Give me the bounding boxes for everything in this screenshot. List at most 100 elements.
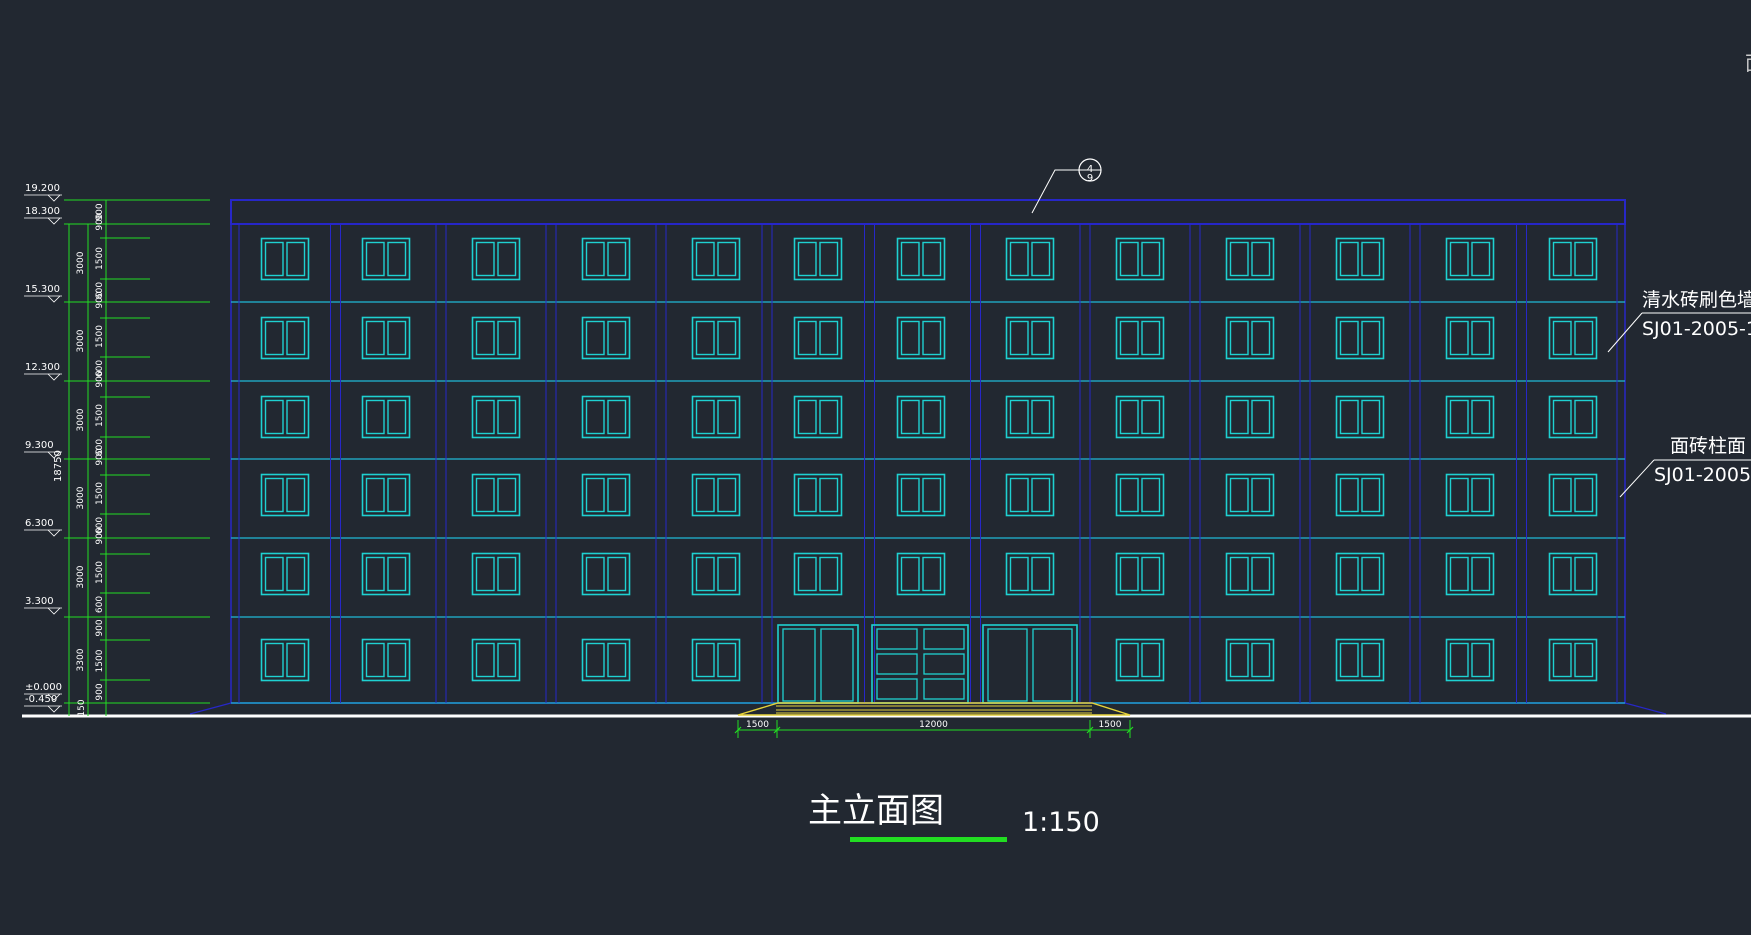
window-frame bbox=[1548, 316, 1598, 360]
window-pane bbox=[922, 556, 942, 592]
elevation-triangle bbox=[47, 705, 61, 713]
window-pane bbox=[1251, 241, 1271, 277]
window-pane bbox=[286, 320, 306, 356]
entrance-center-panel bbox=[871, 624, 969, 704]
window-pane bbox=[1009, 556, 1029, 592]
window-pane bbox=[1574, 399, 1594, 435]
window-pane bbox=[1361, 399, 1381, 435]
window-pane bbox=[1119, 642, 1139, 678]
sub-dimension-label: 900 bbox=[95, 683, 105, 700]
window-pane bbox=[1251, 556, 1271, 592]
window-pane bbox=[475, 399, 495, 435]
window-pane bbox=[1119, 477, 1139, 513]
annotation-wall-line2: SJ01-2005-1 bbox=[1642, 318, 1751, 340]
window-frame bbox=[1548, 395, 1598, 439]
window-pane bbox=[1361, 320, 1381, 356]
window-frame bbox=[691, 316, 741, 360]
window-frame bbox=[1445, 473, 1495, 517]
window-frame bbox=[691, 638, 741, 682]
elevation-label: 15.300 bbox=[25, 284, 60, 295]
window-frame bbox=[581, 395, 631, 439]
door-leaf bbox=[820, 628, 854, 702]
window-pane bbox=[1552, 556, 1572, 592]
window-pane bbox=[264, 241, 284, 277]
window-pane bbox=[497, 320, 517, 356]
window-pane bbox=[922, 477, 942, 513]
window-pane bbox=[365, 642, 385, 678]
window-frame bbox=[896, 316, 946, 360]
window-frame bbox=[1445, 552, 1495, 596]
window-pane bbox=[1449, 556, 1469, 592]
window-frame bbox=[260, 638, 310, 682]
window-frame bbox=[361, 316, 411, 360]
sub-dimension-label: 1500 bbox=[95, 649, 105, 672]
window-pane bbox=[475, 320, 495, 356]
window-pane bbox=[1141, 241, 1161, 277]
detail-callout-bottom: 9 bbox=[1087, 173, 1093, 184]
window-frame bbox=[1005, 316, 1055, 360]
window-frame bbox=[1115, 552, 1165, 596]
window-pane bbox=[365, 399, 385, 435]
window-pane bbox=[1251, 642, 1271, 678]
sub-dimension-label: 900 bbox=[95, 291, 105, 308]
window-pane bbox=[695, 399, 715, 435]
window-frame bbox=[1225, 316, 1275, 360]
window-pane bbox=[1552, 320, 1572, 356]
window-frame bbox=[896, 237, 946, 281]
sub-dimension-label: 600 bbox=[95, 596, 105, 613]
window-pane bbox=[1471, 477, 1491, 513]
window-pane bbox=[819, 241, 839, 277]
window-pane bbox=[1361, 241, 1381, 277]
window-pane bbox=[585, 642, 605, 678]
window-frame bbox=[581, 237, 631, 281]
window-pane bbox=[1009, 477, 1029, 513]
window-frame bbox=[1335, 552, 1385, 596]
elevation-label: 3.300 bbox=[25, 596, 54, 607]
window-frame bbox=[1335, 473, 1385, 517]
window-pane bbox=[365, 320, 385, 356]
window-pane bbox=[1339, 399, 1359, 435]
window-frame bbox=[1225, 237, 1275, 281]
parapet-dimension-label: 900 bbox=[95, 203, 105, 220]
window-frame bbox=[896, 552, 946, 596]
elevation-triangle bbox=[47, 217, 61, 225]
window-pane bbox=[900, 399, 920, 435]
window-frame bbox=[1548, 237, 1598, 281]
window-pane bbox=[1119, 556, 1139, 592]
wall-outline bbox=[230, 223, 1626, 704]
window-pane bbox=[475, 477, 495, 513]
window-pane bbox=[387, 241, 407, 277]
window-pane bbox=[365, 556, 385, 592]
base-slope-right bbox=[1624, 702, 1667, 715]
sub-dimension-label: 1500 bbox=[95, 247, 105, 270]
window-pane bbox=[717, 477, 737, 513]
window-pane bbox=[695, 477, 715, 513]
entrance-group bbox=[737, 624, 1131, 716]
window-pane bbox=[1031, 556, 1051, 592]
elevation-label: ±0.000 bbox=[25, 682, 62, 693]
window-pane bbox=[1361, 642, 1381, 678]
window-frame bbox=[1445, 316, 1495, 360]
window-frame bbox=[1445, 638, 1495, 682]
floor-height-label: 3300 bbox=[76, 648, 86, 671]
elevation-triangle bbox=[47, 529, 61, 537]
window-pane bbox=[1031, 241, 1051, 277]
window-pane bbox=[1552, 241, 1572, 277]
window-pane bbox=[1119, 320, 1139, 356]
sub-dimension-label: 900 bbox=[95, 619, 105, 636]
entrance-glass-pane bbox=[876, 678, 918, 700]
window-frame bbox=[361, 395, 411, 439]
window-frame bbox=[1225, 638, 1275, 682]
window-pane bbox=[585, 556, 605, 592]
window-pane bbox=[1449, 399, 1469, 435]
base-slope-left bbox=[189, 702, 232, 715]
window-pane bbox=[286, 399, 306, 435]
elevation-triangle bbox=[47, 194, 61, 202]
window-pane bbox=[797, 320, 817, 356]
window-frame bbox=[793, 316, 843, 360]
window-frame bbox=[1005, 395, 1055, 439]
window-pane bbox=[1251, 399, 1271, 435]
window-frame bbox=[1225, 552, 1275, 596]
window-pane bbox=[1229, 477, 1249, 513]
window-pane bbox=[475, 642, 495, 678]
